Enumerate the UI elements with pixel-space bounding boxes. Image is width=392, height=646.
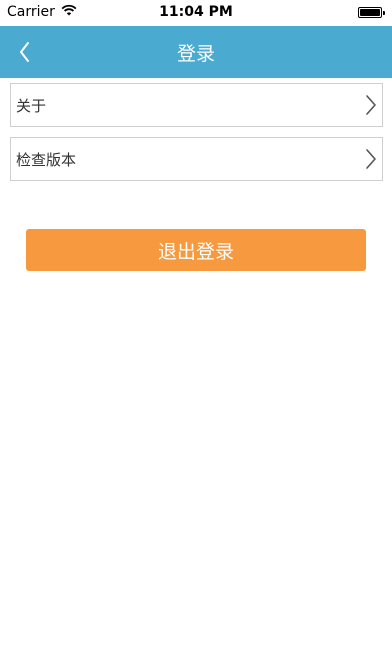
status-bar: Carrier 11:04 PM [0,0,392,26]
chevron-right-icon [366,95,376,115]
settings-list: 关于 检查版本 [10,83,383,191]
navigation-bar: 登录 [0,26,392,78]
list-item-check-version[interactable]: 检查版本 [10,137,383,181]
list-item-about[interactable]: 关于 [10,83,383,127]
list-item-label: 关于 [16,97,47,115]
battery-fill [360,9,380,16]
list-item-label: 检查版本 [16,151,77,169]
chevron-right-icon [366,149,376,169]
page-title: 登录 [176,43,215,65]
battery-icon [358,7,385,18]
logout-button[interactable]: 退出登录 [26,229,366,271]
app-screen: Carrier 11:04 PM 登录 关于 检查版本 退出登录 [0,0,392,646]
status-time: 11:04 PM [159,4,233,20]
